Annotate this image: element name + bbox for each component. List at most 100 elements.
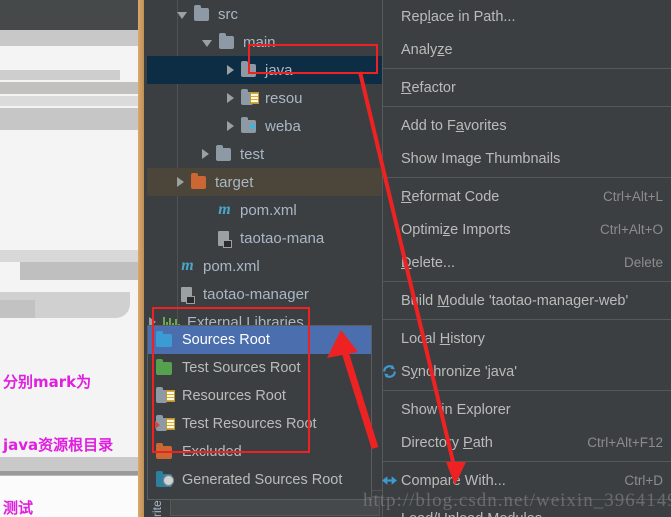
tree-item-target[interactable]: target [147, 168, 382, 196]
menu-item-label: Build Module 'taotao-manager-web' [401, 292, 629, 309]
menu-item-label: Refactor [401, 79, 456, 96]
screenshot-root: 分别mark为 java资源根目录 测试 配置文件 srcmain java res… [0, 0, 671, 517]
menu-separator [383, 390, 671, 391]
submenu-item-sources-root[interactable]: Sources Root [148, 326, 371, 354]
tree-item-label: resou [265, 89, 303, 107]
menu-item-build-module-taotao-manager-web[interactable]: Build Module 'taotao-manager-web' [383, 284, 671, 317]
menu-item-label: Local History [401, 330, 485, 347]
tree-item-pom-xml[interactable]: m pom.xml [147, 196, 382, 224]
folder-resources-icon [156, 387, 175, 403]
tree-item-test[interactable]: test [147, 140, 382, 168]
chevron-right-icon[interactable] [202, 149, 209, 159]
tree-item-weba[interactable]: weba [147, 112, 382, 140]
menu-item-add-to-favorites[interactable]: Add to Favorites [383, 109, 671, 142]
menu-item-local-history[interactable]: Local History [383, 322, 671, 355]
jar-icon [179, 286, 196, 304]
maven-icon: m [181, 257, 194, 274]
menu-item-refactor[interactable]: Refactor [383, 71, 671, 104]
context-menu-items: Replace in Path... Analyze Refactor Add to … [381, 0, 671, 517]
menu-item-show-in-explorer[interactable]: Show in Explorer [383, 393, 671, 426]
chevron-right-icon[interactable] [227, 65, 234, 75]
tree-item-resou[interactable]: resou [147, 84, 382, 112]
menu-item-show-image-thumbnails[interactable]: Show Image Thumbnails [383, 142, 671, 175]
folder-icon [194, 5, 211, 21]
blur-block [0, 30, 143, 46]
menu-separator [383, 281, 671, 282]
submenu-item-test-resources-root[interactable]: Test Resources Root [148, 410, 371, 438]
tree-item-main[interactable]: main [147, 28, 382, 56]
submenu-item-label: Test Resources Root [182, 416, 317, 432]
mark-directory-as-submenu[interactable]: Sources Root Test Sources Root Resources R… [147, 325, 372, 500]
menu-item-delete[interactable]: Delete... Delete [383, 246, 671, 279]
submenu-item-label: Test Sources Root [182, 360, 301, 376]
folder-generated-sources-icon [156, 471, 174, 487]
menu-item-optimize-imports[interactable]: Optimize Imports Ctrl+Alt+O [383, 213, 671, 246]
menu-item-label: Optimize Imports [401, 221, 511, 238]
submenu-item-label: Generated Sources Root [182, 472, 343, 488]
chevron-down-icon[interactable] [177, 12, 187, 19]
tree-item-taotao-manager[interactable]: taotao-manager [147, 280, 382, 308]
menu-item-analyze[interactable]: Analyze [383, 33, 671, 66]
submenu-item-label: Sources Root [182, 332, 270, 348]
chevron-down-icon[interactable] [202, 40, 212, 47]
menu-item-shortcut: Delete [623, 255, 663, 270]
chevron-right-icon[interactable] [177, 177, 184, 187]
compare-icon [381, 472, 398, 489]
menu-item-label: Show in Explorer [401, 401, 511, 418]
tree-item-label: pom.xml [240, 201, 297, 219]
chevron-right-icon[interactable] [227, 121, 234, 131]
submenu-item-generated-sources-root[interactable]: Generated Sources Root [148, 466, 371, 494]
submenu-item-label: Resources Root [182, 388, 286, 404]
annotation-line: java资源根目录 [3, 436, 114, 454]
folder-web-icon [241, 117, 258, 133]
menu-item-label: Synchronize 'java' [401, 363, 517, 380]
tree-item-label: weba [265, 117, 301, 135]
editor-titlebar [0, 0, 143, 30]
menu-item-label: Analyze [401, 41, 453, 58]
menu-item-label: Delete... [401, 254, 456, 271]
menu-item-shortcut: Ctrl+D [624, 473, 663, 488]
tree-item-pom-xml[interactable]: m pom.xml [147, 252, 382, 280]
menu-item-directory-path[interactable]: Directory Path Ctrl+Alt+F12 [383, 426, 671, 459]
menu-item-synchronize-java[interactable]: Synchronize 'java' [383, 355, 671, 388]
menu-item-shortcut: Ctrl+Alt+O [599, 222, 663, 237]
tree-item-label: java [265, 61, 293, 79]
blur-block [0, 70, 120, 80]
annotation-line: 分别mark为 [3, 373, 92, 391]
submenu-item-label: Excluded [182, 444, 242, 460]
tree-item-taotao-mana[interactable]: taotao-mana [147, 224, 382, 252]
folder-excluded-icon [156, 443, 174, 459]
annotation-line: 测试 [3, 499, 34, 517]
menu-item-label: Replace in Path... [401, 8, 516, 25]
blur-block [20, 262, 143, 280]
menu-separator [383, 106, 671, 107]
blur-block [0, 96, 143, 106]
tree-item-label: pom.xml [203, 257, 260, 275]
folder-test-resources-icon [155, 415, 175, 431]
annotation-note: 分别mark为 java资源根目录 测试 配置文件 [3, 330, 143, 517]
chevron-right-icon[interactable] [227, 93, 234, 103]
project-tree-rows: src main java resou weba test target m pom.xml ta… [147, 0, 382, 336]
blur-block [0, 250, 143, 262]
blur-block [0, 108, 143, 130]
submenu-items: Sources Root Test Sources Root Resources R… [148, 326, 371, 494]
watermark-text: http://blog.csdn.net/weixin_39641494 [363, 490, 671, 511]
menu-item-label: Compare With... [401, 472, 506, 489]
tree-item-label: test [240, 145, 265, 163]
submenu-item-excluded[interactable]: Excluded [148, 438, 371, 466]
blur-block [0, 82, 143, 94]
folder-icon [216, 145, 233, 161]
menu-separator [383, 461, 671, 462]
menu-item-shortcut: Ctrl+Alt+L [602, 189, 663, 204]
folder-icon [241, 61, 258, 77]
tree-item-label: taotao-mana [240, 229, 325, 247]
tree-item-java[interactable]: java [147, 56, 382, 84]
folder-resources-icon [241, 89, 259, 105]
tree-item-src[interactable]: src [147, 0, 382, 28]
menu-separator [383, 319, 671, 320]
context-menu[interactable]: Replace in Path... Analyze Refactor Add to … [382, 0, 671, 517]
menu-item-reformat-code[interactable]: Reformat Code Ctrl+Alt+L [383, 180, 671, 213]
submenu-item-resources-root[interactable]: Resources Root [148, 382, 371, 410]
menu-item-replace-in-path[interactable]: Replace in Path... [383, 0, 671, 33]
submenu-item-test-sources-root[interactable]: Test Sources Root [148, 354, 371, 382]
